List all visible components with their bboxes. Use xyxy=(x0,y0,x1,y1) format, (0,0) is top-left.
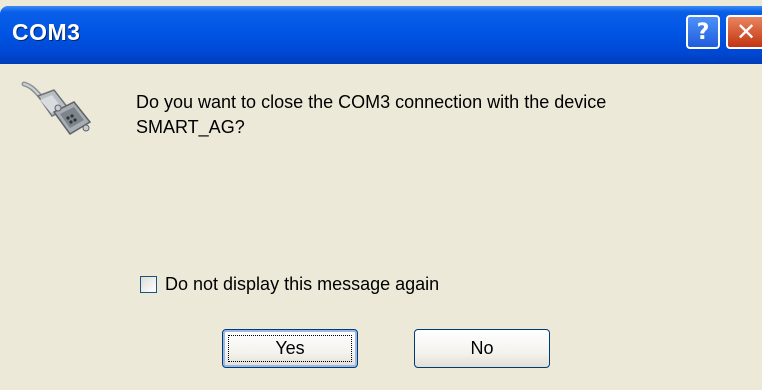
help-button[interactable]: ? xyxy=(686,15,720,49)
help-icon: ? xyxy=(696,19,710,45)
dialog-content: Do you want to close the COM3 connection… xyxy=(0,64,762,390)
do-not-display-checkbox[interactable] xyxy=(140,276,157,293)
do-not-display-label[interactable]: Do not display this message again xyxy=(165,274,439,295)
title-bar[interactable]: COM3 ? ✕ xyxy=(0,6,762,64)
yes-button[interactable]: Yes xyxy=(222,329,358,368)
dialog-window: COM3 ? ✕ Do you want to close the COM3 c… xyxy=(0,0,762,390)
no-button[interactable]: No xyxy=(414,329,550,368)
message-line-2: SMART_AG? xyxy=(136,117,245,137)
do-not-display-option[interactable]: Do not display this message again xyxy=(140,274,439,295)
serial-cable-icon xyxy=(21,81,92,135)
close-button[interactable]: ✕ xyxy=(726,15,762,49)
no-button-label: No xyxy=(470,338,494,358)
focus-rectangle xyxy=(228,335,352,362)
dialog-message: Do you want to close the COM3 connection… xyxy=(136,90,736,140)
message-line-1: Do you want to close the COM3 connection… xyxy=(136,92,607,112)
window-title: COM3 xyxy=(12,19,81,45)
close-icon: ✕ xyxy=(735,18,757,46)
